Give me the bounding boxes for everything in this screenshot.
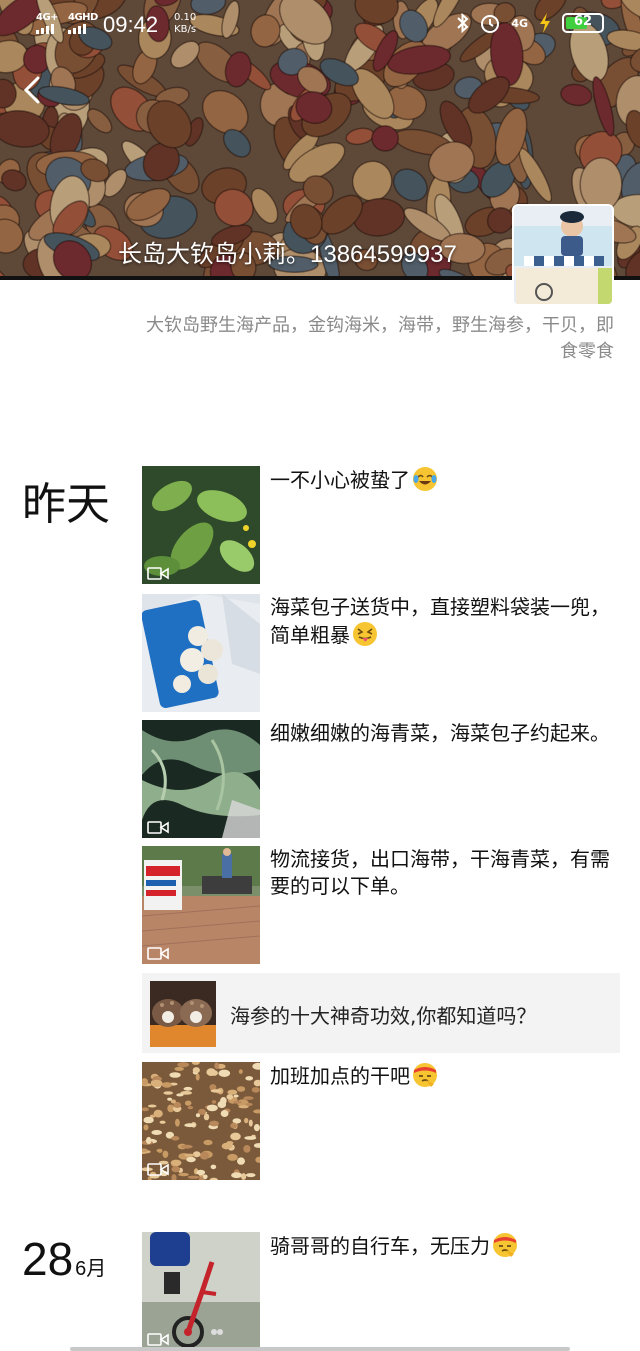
headband-emoji [413, 1063, 437, 1087]
profile-signature: 大钦岛野生海产品，金钩海米，海带，野生海参，干贝，即食零食 [146, 315, 614, 362]
moment-post[interactable]: 骑哥哥的自行车，无压力 [142, 1232, 622, 1350]
shared-article-title: 海参的十大神奇功效,你都知道吗？ [230, 1004, 537, 1028]
video-icon [147, 1333, 169, 1346]
video-icon [147, 947, 169, 960]
moment-post[interactable]: 海菜包子送货中，直接塑料袋装一兜，简单粗暴 [142, 594, 622, 712]
shared-article-card[interactable]: 海参的十大神奇功效,你都知道吗？ [142, 973, 620, 1053]
date-label: 28 6月 [22, 1233, 107, 1285]
network-speed: 0.10 KB/s [174, 12, 197, 35]
signal-icon-2 [68, 24, 86, 34]
moment-post[interactable]: 物流接货，出口海带，干海青菜，有需要的可以下单。 [142, 846, 622, 964]
signal-icon-1 [36, 24, 54, 34]
scroll-indicator [70, 1347, 570, 1351]
moment-post[interactable]: 细嫩细嫩的海青菜，海菜包子约起来。 [142, 720, 622, 838]
video-icon [147, 1163, 169, 1176]
post-text: 细嫩细嫩的海青菜，海菜包子约起来。 [270, 721, 610, 745]
post-thumbnail[interactable] [142, 1232, 260, 1350]
battery-icon: 62 [562, 13, 604, 33]
article-thumbnail [150, 981, 216, 1047]
day-label-yesterday: 昨天 [22, 479, 110, 530]
moment-post[interactable]: 一不小心被蛰了 [142, 466, 622, 584]
charging-icon [540, 13, 550, 33]
clock: 09:42 [103, 12, 159, 37]
avatar-image [514, 206, 612, 304]
tongue-emoji [353, 622, 377, 646]
network-type-3: 4G [511, 16, 528, 30]
network-type-1: 4G+ [36, 12, 59, 23]
profile-name: 长岛大钦岛小莉。13864599937 [118, 241, 457, 268]
post-text: 一不小心被蛰了 [270, 468, 410, 492]
laughing-crying-emoji [413, 467, 437, 491]
alarm-icon [481, 15, 500, 33]
video-icon [147, 567, 169, 580]
network-type-2: 4GHD [68, 12, 98, 23]
post-thumbnail[interactable] [142, 1062, 260, 1180]
status-bar: 4G+ 4GHD 09:42 0.10 KB/s 4G 62 [0, 0, 640, 48]
post-thumbnail[interactable] [142, 466, 260, 584]
avatar[interactable] [512, 204, 614, 306]
post-text: 加班加点的干吧 [270, 1064, 410, 1088]
post-text: 物流接货，出口海带，干海青菜，有需要的可以下单。 [270, 847, 610, 898]
video-icon [147, 821, 169, 834]
headband-emoji [493, 1233, 517, 1257]
post-thumbnail[interactable] [142, 720, 260, 838]
moment-post[interactable]: 加班加点的干吧 [142, 1062, 622, 1180]
post-thumbnail[interactable] [142, 594, 260, 712]
post-text: 海菜包子送货中，直接塑料袋装一兜，简单粗暴 [270, 595, 610, 647]
bluetooth-icon [457, 13, 469, 33]
back-arrow-icon[interactable] [18, 70, 48, 110]
post-text: 骑哥哥的自行车，无压力 [270, 1234, 490, 1258]
post-thumbnail[interactable] [142, 846, 260, 964]
